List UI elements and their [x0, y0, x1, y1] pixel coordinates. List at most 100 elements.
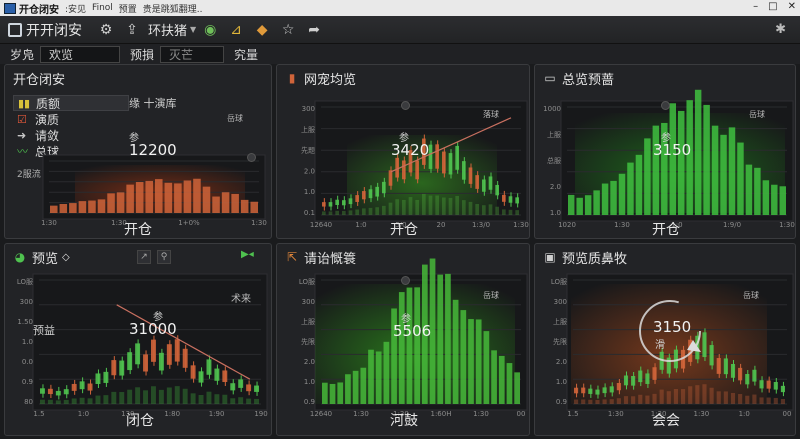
volume-bar	[182, 388, 188, 404]
y-tick-label: 0.9	[556, 398, 567, 406]
y-tick-label: 2.0	[550, 183, 561, 191]
panel-footer: 闭仓	[126, 413, 154, 429]
candle-body	[428, 144, 433, 169]
volume-bar	[395, 199, 399, 215]
minimize-button[interactable]: –	[753, 1, 758, 12]
menu-item-2[interactable]: 预置	[119, 2, 137, 15]
candle-body	[63, 389, 69, 395]
x-tick-label: 1:30	[608, 410, 624, 418]
candle-body	[55, 390, 61, 396]
volume-bar	[681, 389, 686, 404]
filter-bar: 岁凫 预損 究量	[0, 44, 800, 64]
candle-body	[127, 352, 133, 371]
volume-bar	[448, 197, 453, 215]
volume-bar	[645, 395, 650, 404]
panel-position-summary: 开仓闭安 ▮▮ 质额 ☑ 演质 ➜ 请敛 〰总球 缘 十演库 2服流 1:30 1:30…	[4, 64, 272, 239]
gear-icon[interactable]: ⚙	[96, 20, 116, 40]
corner-note: 岳球	[483, 291, 499, 300]
x-tick-label: 1:30	[41, 219, 57, 227]
menu-item-0[interactable]: :安见	[65, 2, 86, 15]
bar	[669, 103, 676, 215]
pin-icon[interactable]: ✱	[775, 22, 786, 37]
y-tick-label: 300	[302, 298, 315, 306]
panel-footer: 河鼓	[390, 413, 418, 429]
bar	[398, 292, 405, 404]
bar	[452, 299, 459, 404]
share-icon[interactable]: ➦	[304, 20, 324, 40]
drag-handle[interactable]	[247, 153, 256, 162]
candle-body	[716, 358, 721, 374]
candle-body	[222, 370, 228, 383]
drag-handle[interactable]	[401, 276, 410, 285]
close-button[interactable]: ✕	[788, 1, 796, 12]
x-tick-label: 1:0	[739, 410, 750, 418]
x-tick-label: 1:80	[164, 410, 180, 418]
volume-bar	[111, 391, 117, 404]
bar	[50, 205, 58, 213]
filter-input-1[interactable]	[40, 45, 121, 63]
upload-icon[interactable]: ⇪	[122, 20, 142, 40]
candle-body	[348, 198, 353, 205]
bar	[240, 199, 249, 213]
window-titlebar: 开仓闭安 :安见 Finol 预置 贵是跳狐翻理.. – □ ✕	[0, 0, 800, 16]
bar	[514, 372, 520, 404]
volume-bar	[515, 210, 519, 215]
candle-body	[752, 369, 757, 382]
volume-bar	[738, 394, 743, 404]
x-tick-label: 1+0%	[178, 219, 200, 227]
candle-body	[738, 367, 743, 381]
candle-body	[87, 383, 93, 391]
volume-bar	[388, 202, 393, 215]
volume-bar	[475, 204, 479, 215]
bar	[88, 200, 96, 213]
candle-body	[206, 359, 212, 375]
candle-body	[198, 371, 204, 383]
volume-bar	[127, 389, 133, 404]
x-tick-label: 1:9/0	[723, 221, 741, 229]
bar	[711, 125, 719, 215]
y-tick-label: 300	[302, 105, 315, 113]
y-tick-label: 上服	[547, 130, 561, 139]
y-tick-label: 上服	[301, 317, 315, 326]
panel-footer: 会会	[652, 413, 680, 429]
bar	[352, 370, 359, 404]
chart-icon[interactable]: ⊿	[226, 20, 246, 40]
drag-handle[interactable]	[661, 101, 670, 110]
x-tick-label: 20	[437, 221, 446, 229]
drag-handle[interactable]	[401, 101, 410, 110]
y-tick-label: LO服	[17, 278, 33, 286]
bar	[475, 319, 482, 404]
candle-body	[182, 348, 188, 368]
volume-bar	[238, 397, 244, 404]
candle-body	[709, 345, 714, 366]
volume-bar	[730, 392, 736, 404]
x-tick-label: 1:30	[251, 219, 267, 227]
candle-body	[638, 370, 643, 383]
volume-bar	[716, 391, 721, 404]
star-icon[interactable]: ☆	[278, 20, 298, 40]
corner-note: 岳球	[749, 110, 765, 119]
x-tick-label: 1:3/0	[472, 221, 490, 229]
filter-input-2[interactable]	[160, 45, 225, 63]
candle-body	[623, 375, 629, 386]
volume-bar	[462, 200, 466, 215]
window-title: 开仓闭安	[19, 4, 59, 16]
x-tick-label: 1.5	[33, 410, 44, 418]
x-tick-label: 1:30	[473, 410, 489, 418]
candle-body	[502, 194, 506, 202]
y-tick-label: 上服	[301, 125, 315, 134]
kpi-value: 3420	[391, 141, 430, 159]
globe-icon[interactable]: ◉	[200, 20, 220, 40]
corner-note: 岳球	[743, 291, 759, 300]
maximize-button[interactable]: □	[768, 1, 777, 12]
view-selector[interactable]: 环扶猪 ▼	[148, 20, 196, 39]
volume-bar	[595, 400, 600, 404]
volume-bar	[342, 210, 346, 215]
menu-item-3[interactable]: 贵是跳狐翻理..	[143, 2, 203, 15]
bar	[618, 173, 626, 215]
menu-item-1[interactable]: Finol	[92, 3, 113, 13]
candle-body	[174, 339, 180, 362]
bar	[59, 204, 68, 213]
box-icon[interactable]: ◆	[252, 20, 272, 40]
volume-bar	[63, 399, 69, 404]
